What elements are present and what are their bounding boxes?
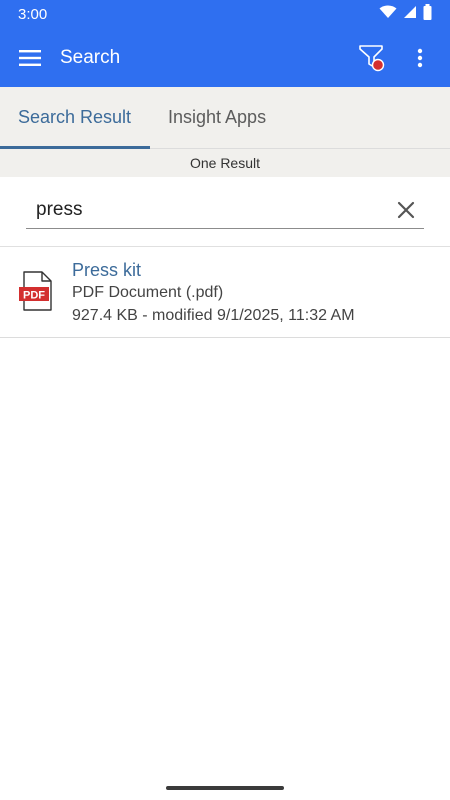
result-file-type: PDF Document (.pdf) (72, 284, 224, 301)
app-bar: 3:00 Search (0, 0, 450, 87)
screen: 3:00 Search Search Result Insight Apps O… (0, 0, 450, 800)
more-vert-icon[interactable] (398, 36, 442, 80)
pdf-file-icon: PDF (18, 271, 54, 311)
battery-icon (423, 4, 432, 24)
search-area (0, 177, 450, 247)
home-indicator[interactable] (166, 786, 284, 790)
result-meta: 927.4 KB - modified 9/1/2025, 11:32 AM (72, 307, 355, 324)
search-field (26, 191, 424, 229)
status-bar: 3:00 (0, 0, 450, 28)
cell-signal-icon (403, 5, 417, 23)
result-count: One Result (0, 149, 450, 177)
list-item[interactable]: PDF Press kit PDF Document (.pdf) 927.4 … (0, 247, 450, 338)
tab-bar: Search Result Insight Apps (0, 87, 450, 149)
wifi-icon (379, 5, 397, 23)
tab-label: Insight Apps (168, 107, 267, 127)
filter-funnel-icon[interactable] (350, 36, 394, 80)
toolbar-actions (350, 36, 442, 80)
toolbar-title: Search (60, 46, 121, 68)
result-title: Press kit (72, 260, 142, 280)
status-time: 3:00 (18, 5, 48, 23)
status-icons (379, 4, 432, 24)
tab-label: Search Result (18, 107, 132, 127)
close-icon[interactable] (388, 192, 424, 228)
pdf-icon-label: PDF (23, 290, 45, 302)
search-input[interactable] (26, 198, 388, 221)
tab-search-result[interactable]: Search Result (0, 87, 150, 149)
tab-insight-apps[interactable]: Insight Apps (150, 87, 284, 148)
result-text: Press kit PDF Document (.pdf) 927.4 KB -… (72, 259, 355, 327)
hamburger-menu-icon[interactable] (8, 36, 52, 80)
toolbar: Search (0, 28, 450, 87)
